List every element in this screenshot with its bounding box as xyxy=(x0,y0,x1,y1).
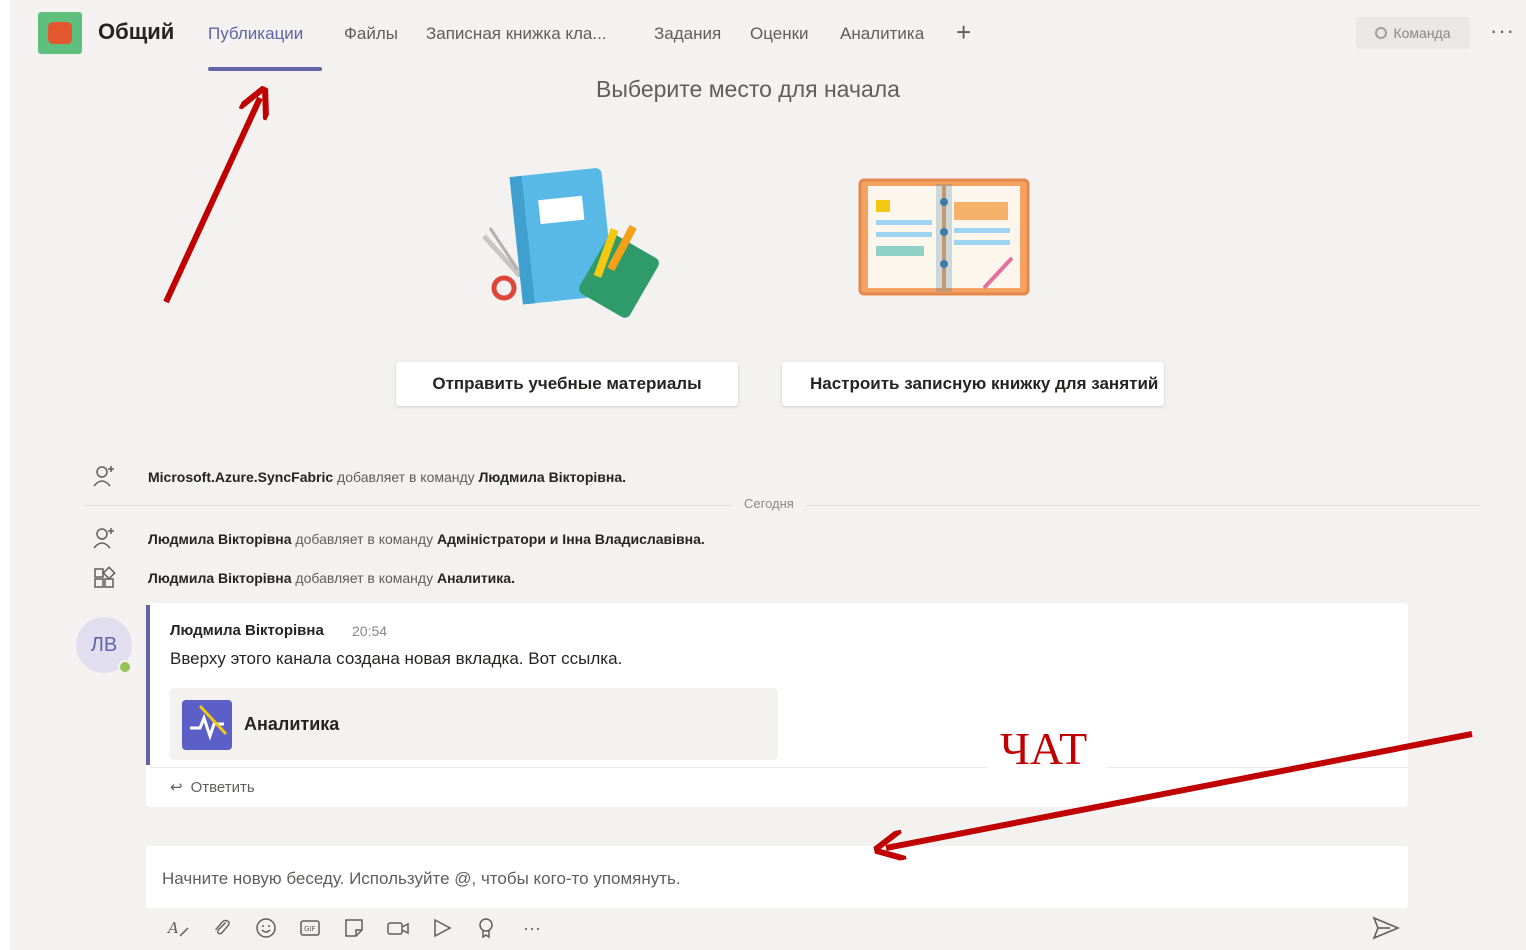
format-icon[interactable]: A xyxy=(162,912,194,944)
more-options-icon[interactable]: ··· xyxy=(516,912,548,944)
activity-item: Людмила Вікторівна добавляет в команду А… xyxy=(148,570,515,586)
tab-link-title[interactable]: Аналитика xyxy=(244,714,339,735)
activity-actor: Людмила Вікторівна xyxy=(148,570,292,586)
activity-item: Людмила Вікторівна добавляет в команду А… xyxy=(148,531,705,547)
activity-item: Microsoft.Azure.SyncFabric добавляет в к… xyxy=(148,469,626,485)
person-add-icon xyxy=(93,466,114,487)
date-divider-label: Сегодня xyxy=(732,496,806,511)
activity-target: Адміністратори и Інна Владиславівна. xyxy=(436,531,705,547)
setup-notebook-button[interactable]: Настроить записную книжку для занятий xyxy=(782,362,1164,406)
send-materials-button[interactable]: Отправить учебные материалы xyxy=(396,362,738,406)
activity-target: Аналитика. xyxy=(436,570,515,586)
teams-channel-page: Общий Публикации Файлы Записная книжка к… xyxy=(10,0,1526,950)
message-accent-bar xyxy=(146,605,150,765)
reply-arrow-icon: ↩ xyxy=(170,779,183,796)
activity-action: добавляет в команду xyxy=(333,469,479,485)
message-time: 20:54 xyxy=(352,623,388,639)
attach-icon[interactable] xyxy=(206,912,238,944)
activity-target: Людмила Вікторівна. xyxy=(478,469,627,485)
gif-icon[interactable]: GIF xyxy=(294,912,326,944)
message-author[interactable]: Людмила Вікторівна xyxy=(170,622,324,639)
emoji-icon[interactable] xyxy=(250,912,282,944)
presence-status-icon xyxy=(118,660,132,674)
reply-label: Ответить xyxy=(190,779,255,796)
plus-icon[interactable]: + xyxy=(956,17,971,48)
tab-analytics[interactable]: Аналитика xyxy=(840,24,924,44)
team-icon xyxy=(1375,27,1388,39)
ellipsis-icon[interactable]: ··· xyxy=(1490,18,1515,44)
sticker-icon[interactable] xyxy=(338,912,370,944)
tab-class-notebook[interactable]: Записная книжка кла... xyxy=(426,24,607,44)
svg-text:A: A xyxy=(166,919,179,937)
message-body: Вверху этого канала создана новая вкладк… xyxy=(170,649,623,668)
reply-button[interactable]: ↩ Ответить xyxy=(170,778,255,796)
tab-grades[interactable]: Оценки xyxy=(750,24,809,44)
meet-now-icon[interactable] xyxy=(382,912,414,944)
materials-illustration xyxy=(482,168,659,318)
activity-action: добавляет в команду xyxy=(291,570,437,586)
activity-actor: Microsoft.Azure.SyncFabric xyxy=(148,469,334,485)
compose-input[interactable] xyxy=(160,858,1394,900)
send-icon[interactable] xyxy=(1370,912,1402,944)
team-button-label: Команда xyxy=(1393,25,1451,41)
team-button[interactable]: Команда xyxy=(1356,17,1470,49)
welcome-title: Выберите место для начала xyxy=(596,76,900,102)
channel-title: Общий xyxy=(98,19,175,44)
chat-annotation-label: ЧАТ xyxy=(988,722,1108,795)
analytics-icon xyxy=(182,700,232,750)
tab-posts[interactable]: Публикации xyxy=(208,24,303,44)
tab-files[interactable]: Файлы xyxy=(344,24,398,44)
activity-actor: Людмила Вікторівна xyxy=(148,531,292,547)
activity-action: добавляет в команду xyxy=(291,531,437,547)
praise-icon[interactable] xyxy=(470,912,502,944)
notebook-illustration xyxy=(858,178,1030,296)
stream-icon[interactable] xyxy=(426,912,458,944)
person-add-icon xyxy=(93,528,114,549)
team-logo[interactable] xyxy=(38,12,82,54)
reply-separator xyxy=(150,767,1408,768)
active-tab-indicator xyxy=(208,67,322,71)
svg-text:GIF: GIF xyxy=(304,925,316,933)
channel-header: Общий Публикации Файлы Записная книжка к… xyxy=(10,0,1526,72)
tab-assignments[interactable]: Задания xyxy=(654,24,721,44)
apps-add-icon xyxy=(94,566,116,588)
